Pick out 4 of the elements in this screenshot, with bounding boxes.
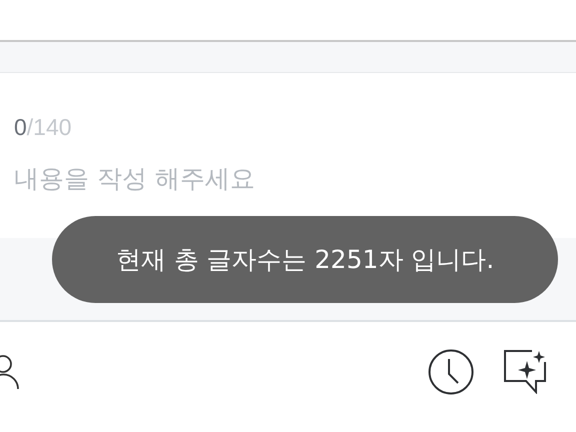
clock-icon[interactable] [428, 349, 474, 395]
content-input-field[interactable]: 내용을 작성 해주세요 [14, 164, 554, 193]
toast-message: 현재 총 글자수는 2251자 입니다. [52, 216, 558, 303]
character-counter: 0/140 [14, 114, 73, 141]
